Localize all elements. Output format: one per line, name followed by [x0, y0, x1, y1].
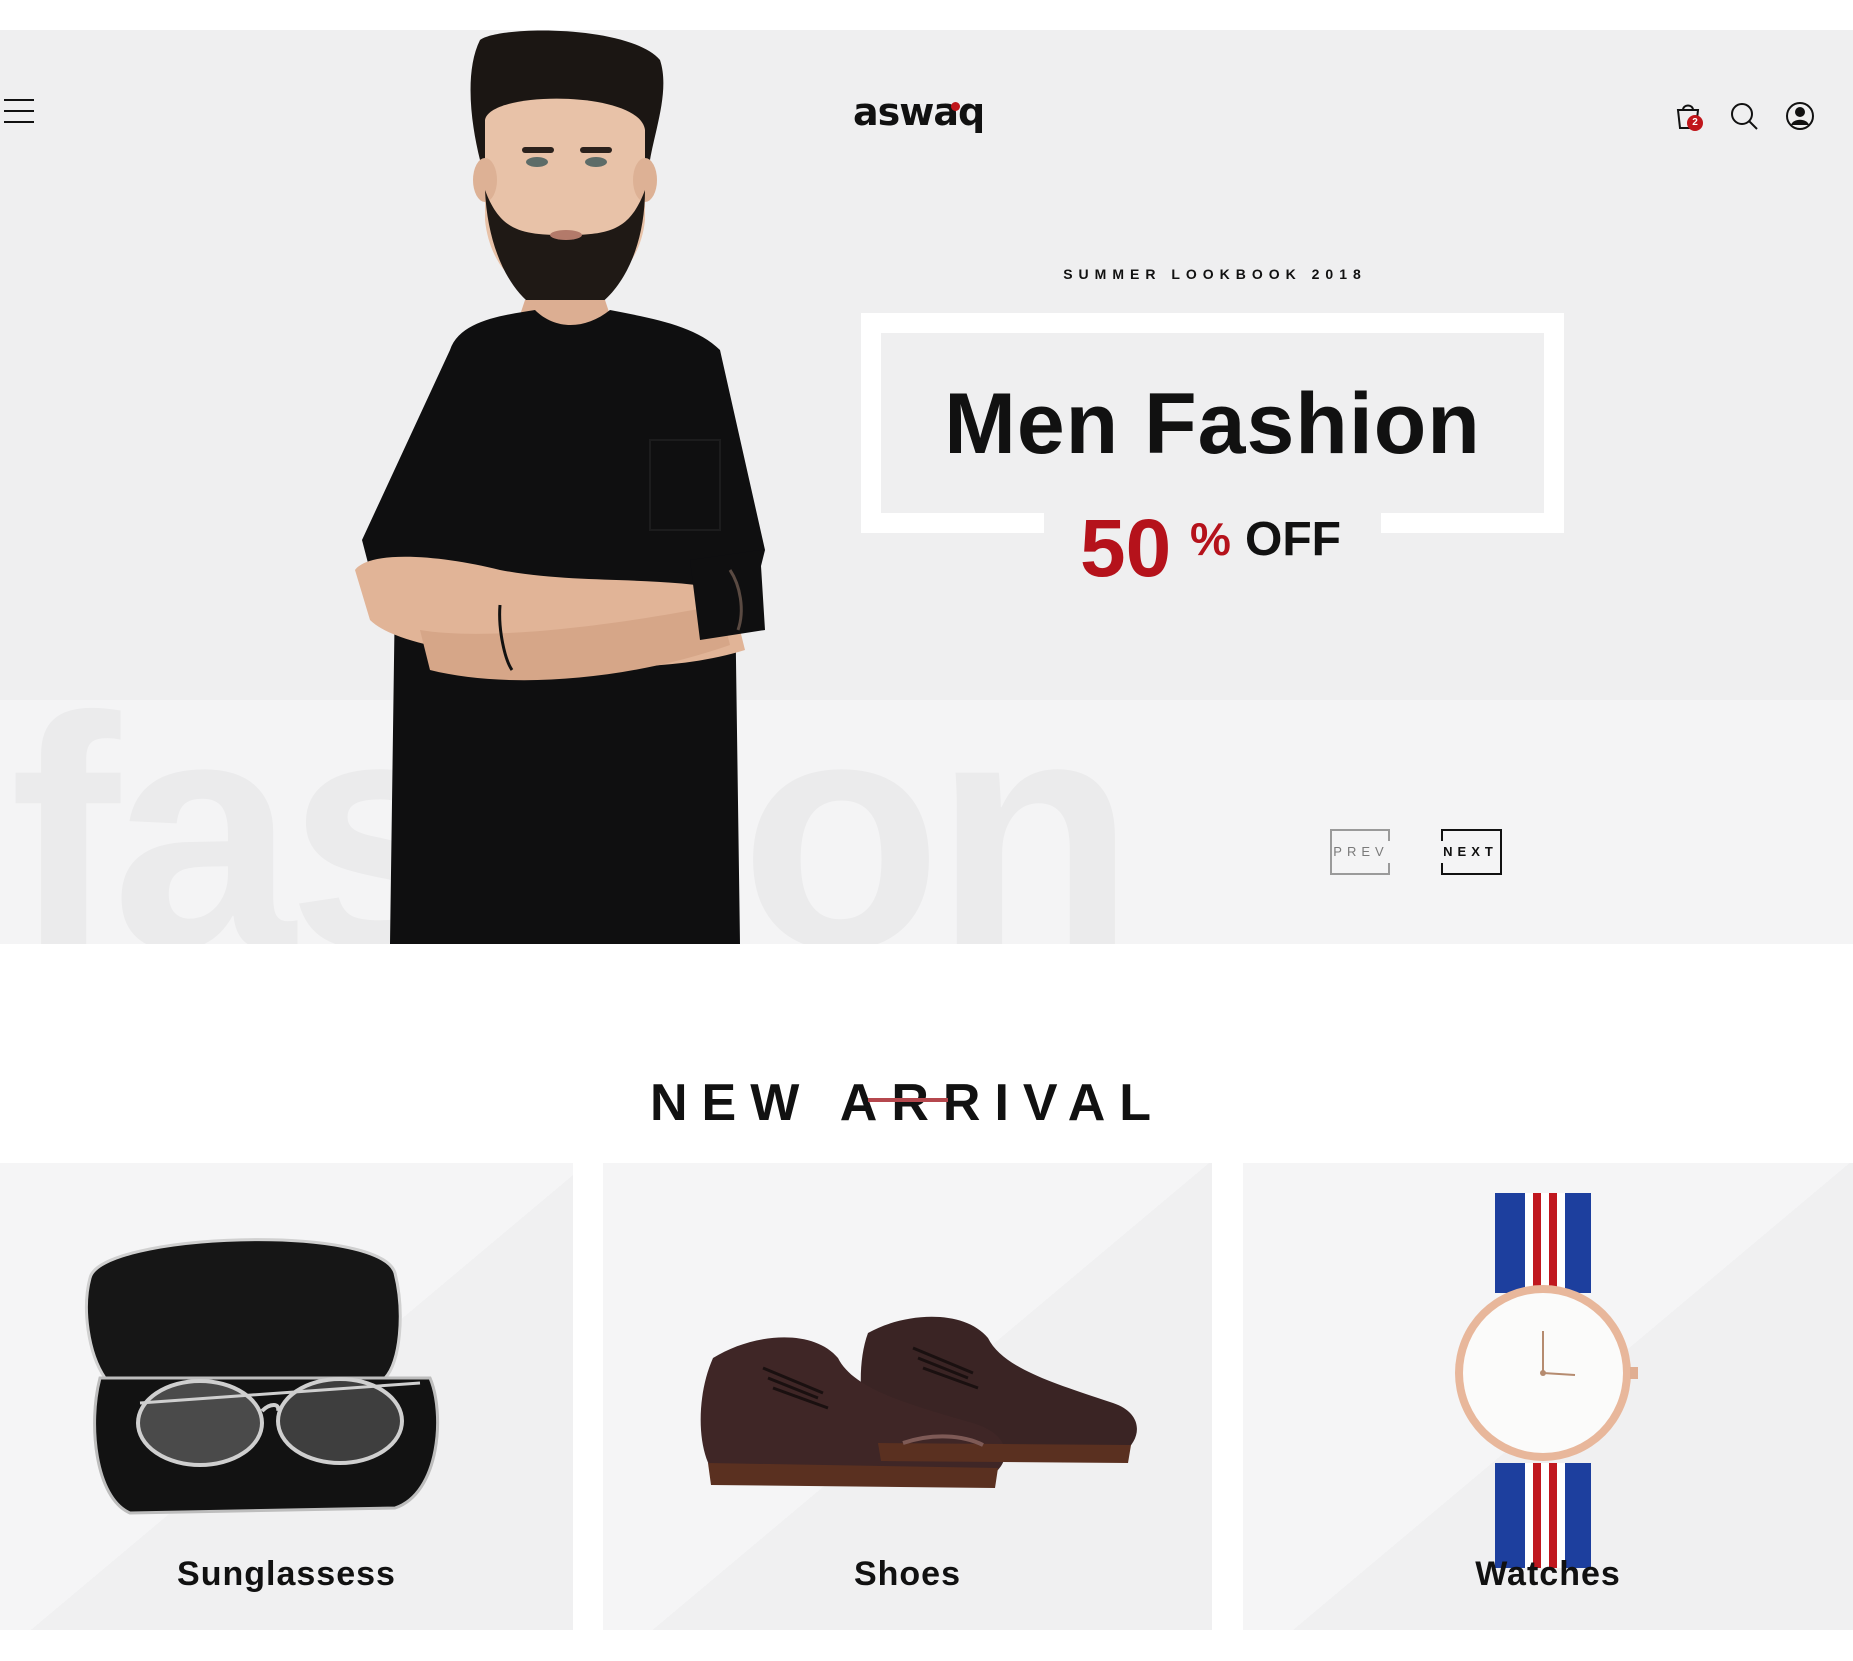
next-slide-button[interactable]: NEXT — [1441, 829, 1502, 875]
category-label: Sunglassess — [177, 1555, 396, 1593]
discount-percent: % — [1190, 513, 1231, 565]
model-image — [355, 30, 765, 944]
prev-slide-button[interactable]: PREV — [1330, 829, 1390, 875]
page: fashion — [0, 0, 1853, 1661]
search-icon[interactable] — [1728, 100, 1760, 132]
prev-bracket-bottom — [1388, 863, 1390, 875]
section-underline — [868, 1098, 948, 1102]
category-label: Shoes — [853, 1555, 962, 1593]
category-card-watches[interactable]: Watches — [1243, 1163, 1853, 1630]
next-bracket-bottom — [1441, 863, 1443, 875]
discount-suffix: OFF — [1245, 513, 1341, 566]
category-card-shoes[interactable]: Shoes — [603, 1163, 1212, 1630]
category-card-sunglasses[interactable]: Sunglassess — [0, 1163, 573, 1630]
logo-dot — [951, 102, 960, 111]
category-label: Watches — [1475, 1555, 1621, 1593]
next-bracket-top — [1441, 829, 1443, 841]
prev-bracket-top — [1388, 829, 1390, 841]
brand-logo[interactable]: aswaq — [853, 90, 985, 134]
hero-banner: fashion — [0, 30, 1853, 944]
user-icon[interactable] — [1784, 100, 1816, 132]
cart-count-badge: 2 — [1687, 115, 1703, 131]
section-title: NEW ARRIVAL — [649, 1074, 1166, 1133]
menu-icon[interactable] — [4, 98, 34, 124]
hero-headline: Men Fashion — [944, 376, 1481, 472]
hero-kicker: SUMMER LOOKBOOK 2018 — [1063, 266, 1367, 282]
discount-value: 50 — [1080, 503, 1172, 594]
